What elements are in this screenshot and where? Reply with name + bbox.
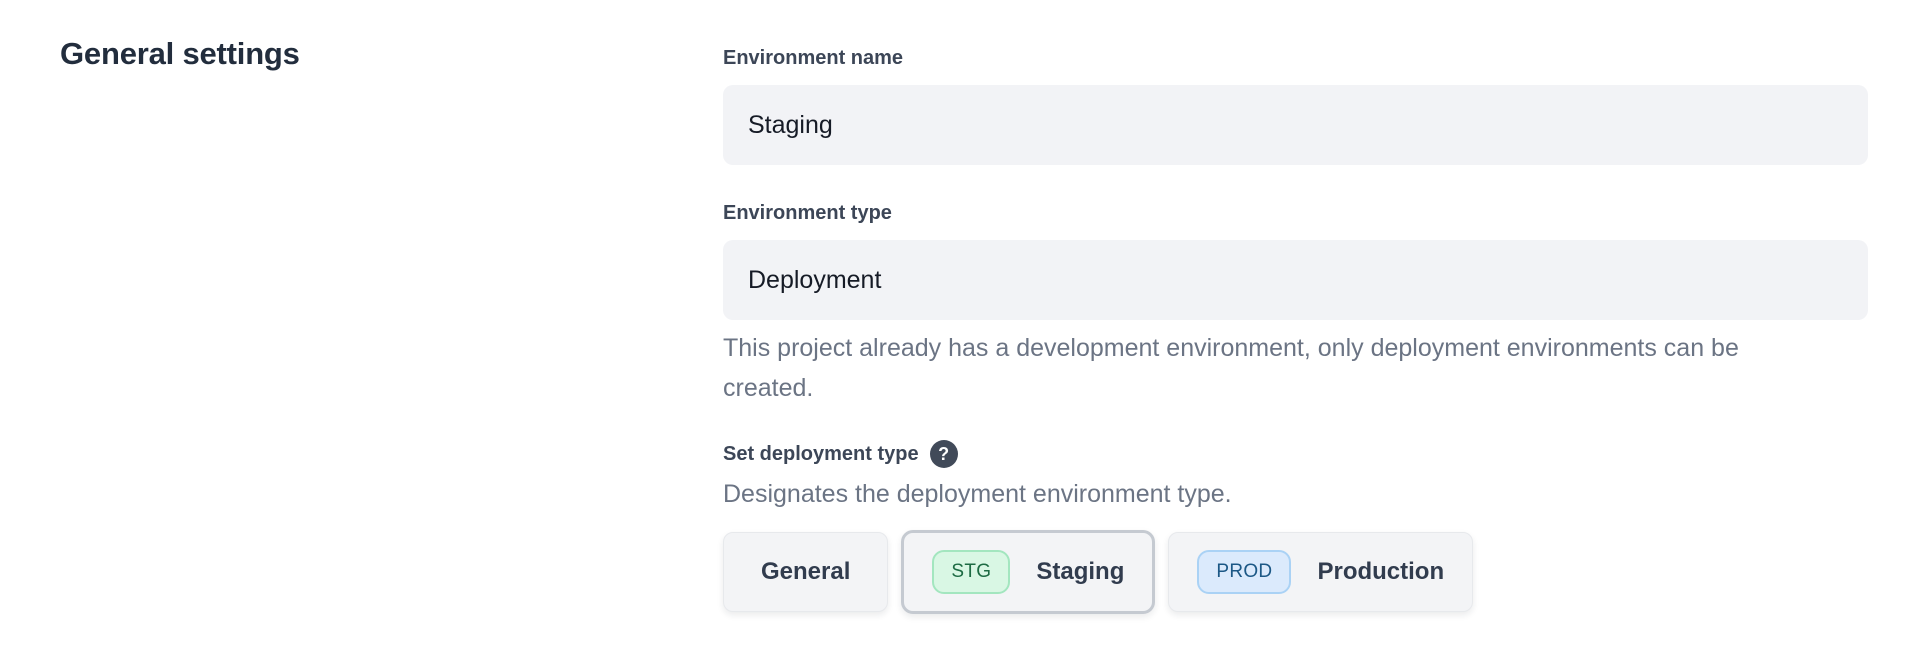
environment-type-label: Environment type bbox=[723, 199, 1868, 227]
deployment-option-staging[interactable]: STG Staging bbox=[901, 530, 1155, 614]
settings-form: Environment name Environment type This p… bbox=[723, 44, 1868, 614]
staging-badge: STG bbox=[932, 550, 1010, 594]
deployment-option-production[interactable]: PROD Production bbox=[1168, 532, 1473, 612]
environment-type-input[interactable] bbox=[723, 240, 1868, 320]
environment-name-label: Environment name bbox=[723, 44, 1868, 72]
deployment-type-label-row: Set deployment type ? bbox=[723, 440, 1868, 468]
deployment-type-description: Designates the deployment environment ty… bbox=[723, 476, 1868, 512]
page-title: General settings bbox=[60, 36, 300, 72]
question-mark-icon[interactable]: ? bbox=[930, 440, 958, 468]
deployment-option-general[interactable]: General bbox=[723, 532, 888, 612]
deployment-option-staging-label: Staging bbox=[1036, 558, 1124, 586]
set-deployment-type-label: Set deployment type bbox=[723, 440, 919, 468]
environment-name-input[interactable] bbox=[723, 85, 1868, 165]
deployment-option-production-label: Production bbox=[1317, 558, 1444, 586]
deployment-option-general-label: General bbox=[761, 558, 850, 586]
environment-type-help-text: This project already has a development e… bbox=[723, 328, 1833, 408]
production-badge: PROD bbox=[1197, 550, 1291, 594]
general-settings-page: General settings Environment name Enviro… bbox=[0, 0, 1916, 652]
deployment-type-options: General STG Staging PROD Production bbox=[723, 530, 1868, 614]
